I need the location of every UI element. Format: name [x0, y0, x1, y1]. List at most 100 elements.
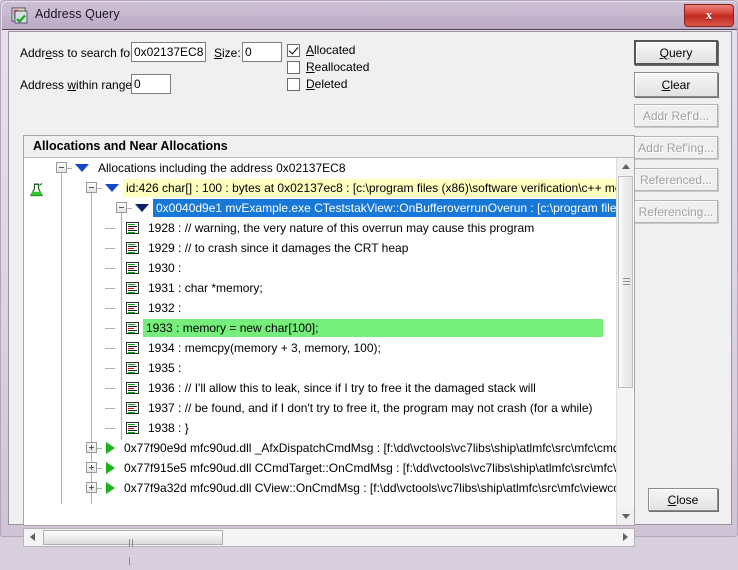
tree-connector: [105, 248, 115, 249]
scroll-up-arrow-icon[interactable]: [617, 158, 634, 175]
tree-row[interactable]: 1936 : // I'll allow this to leak, since…: [25, 378, 617, 398]
window-title: Address Query: [35, 7, 120, 21]
tree-row[interactable]: 1928 : // warning, the very nature of th…: [25, 218, 617, 238]
allocations-groupbox-header: Allocations and Near Allocations: [24, 136, 634, 158]
allocations-tree-content: Allocations including the address 0x0213…: [25, 158, 617, 504]
vertical-scroll-thumb[interactable]: [618, 176, 633, 388]
horizontal-scroll-thumb[interactable]: [43, 530, 223, 565]
tree-row[interactable]: 0x77f90e9d mfc90ud.dll _AfxDispatchCmdMs…: [25, 438, 617, 458]
addr-refing-button[interactable]: Addr Ref'ing...: [634, 136, 718, 159]
source-line-icon: [126, 342, 139, 354]
tree-row[interactable]: 1932 :: [25, 298, 617, 318]
tree-expander-plus[interactable]: [86, 462, 97, 473]
address-range-input[interactable]: [131, 74, 171, 94]
tree-row-label: 1928 : // warning, the very nature of th…: [148, 221, 535, 235]
address-query-window: Address Query x Address to search for: S…: [0, 0, 738, 565]
referencing-button[interactable]: Referencing...: [634, 200, 718, 223]
size-input[interactable]: [242, 42, 282, 62]
source-line-icon: [126, 242, 139, 254]
query-button[interactable]: Query: [634, 40, 718, 65]
tree-connector: [105, 268, 115, 269]
reallocated-checkbox-box[interactable]: [287, 61, 300, 74]
tree-expander-minus[interactable]: [116, 202, 127, 213]
referencing-button-label: Referencing...: [638, 205, 714, 219]
tree-connector: [105, 368, 115, 369]
source-line-icon: [126, 222, 139, 234]
tree-row-label: 1937 : // be found, and if I don't try t…: [148, 401, 593, 415]
tree-row[interactable]: 1938 : }: [25, 418, 617, 438]
tree-connector: [105, 428, 115, 429]
scroll-left-arrow-icon[interactable]: [24, 529, 41, 546]
tree-row-label: 1930 :: [148, 261, 182, 275]
tree-connector: [105, 388, 115, 389]
reallocated-checkbox-label: Reallocated: [306, 60, 370, 74]
source-line-icon: [126, 422, 139, 434]
referenced-button[interactable]: Referenced...: [634, 168, 718, 191]
allocated-checkbox-label: Allocated: [306, 43, 356, 57]
tree-row-label: 1934 : memcpy(memory + 3, memory, 100);: [148, 341, 381, 355]
title-bar: Address Query x: [2, 2, 737, 30]
tree-row-label: 1933 : memory = new char[100];: [143, 319, 603, 337]
triangle-right-icon: [106, 462, 115, 474]
tree-expander-minus[interactable]: [56, 162, 67, 173]
close-window-button[interactable]: x: [684, 4, 734, 27]
source-line-icon: [126, 302, 139, 314]
tree-row-label: 1936 : // I'll allow this to leak, since…: [148, 381, 536, 395]
source-line-icon: [126, 322, 139, 334]
close-button-label: Close: [667, 493, 699, 507]
scroll-right-arrow-icon[interactable]: [617, 529, 634, 546]
clear-button-label: Clear: [661, 78, 691, 92]
deleted-checkbox-box[interactable]: [287, 78, 300, 91]
addr-refd-button[interactable]: Addr Ref'd...: [634, 104, 718, 127]
tree-row-label: 0x0040d9e1 mvExample.exe CTeststakView::…: [153, 199, 617, 217]
allocated-checkbox-box[interactable]: [287, 44, 300, 57]
addr-refd-button-label: Addr Ref'd...: [642, 109, 710, 123]
tree-row-label: 1935 :: [148, 361, 182, 375]
address-to-search-label: Address to search for:: [20, 46, 138, 60]
scroll-thumb-grip: [129, 534, 137, 565]
tree-expander-minus[interactable]: [86, 182, 97, 193]
tree-expander-plus[interactable]: [86, 482, 97, 493]
deleted-checkbox-label: Deleted: [306, 77, 348, 91]
scroll-down-arrow-icon[interactable]: [617, 508, 634, 525]
source-line-icon: [126, 282, 139, 294]
allocations-tree[interactable]: Allocations including the address 0x0213…: [25, 158, 617, 504]
tree-row[interactable]: id:426 char[] : 100 : bytes at 0x02137ec…: [25, 178, 617, 198]
allocations-groupbox-title: Allocations and Near Allocations: [33, 139, 228, 153]
close-icon: x: [705, 7, 713, 22]
address-search-input[interactable]: [131, 42, 206, 62]
clear-button[interactable]: Clear: [634, 72, 718, 97]
triangle-down-icon: [105, 184, 119, 192]
tree-row[interactable]: 0x0040d9e1 mvExample.exe CTeststakView::…: [25, 198, 617, 218]
query-button-label: Query: [659, 46, 693, 60]
tree-connector: [105, 348, 115, 349]
tree-vertical-scrollbar[interactable]: [616, 158, 634, 525]
tree-row[interactable]: Allocations including the address 0x0213…: [25, 158, 617, 178]
tree-row[interactable]: 0x77f9a32d mfc90ud.dll CView::OnCmdMsg :…: [25, 478, 617, 498]
tree-row-label: 1929 : // to crash since it damages the …: [148, 241, 409, 255]
tree-row-label: 0x77f915e5 mfc90ud.dll CCmdTarget::OnCmd…: [124, 461, 617, 475]
tree-row[interactable]: 1935 :: [25, 358, 617, 378]
size-label: Size:: [214, 46, 241, 60]
tree-horizontal-scrollbar[interactable]: [23, 528, 635, 565]
address-query-icon: [11, 7, 29, 25]
tree-connector: [105, 308, 115, 309]
tree-row[interactable]: 1931 : char *memory;: [25, 278, 617, 298]
source-line-icon: [126, 402, 139, 414]
triangle-down-icon: [75, 164, 89, 172]
close-button[interactable]: Close: [648, 488, 718, 511]
tree-row[interactable]: 1930 :: [25, 258, 617, 278]
source-line-icon: [126, 262, 139, 274]
tree-expander-plus[interactable]: [86, 442, 97, 453]
referenced-button-label: Referenced...: [639, 173, 713, 187]
tree-row[interactable]: 1929 : // to crash since it damages the …: [25, 238, 617, 258]
tree-row[interactable]: 1937 : // be found, and if I don't try t…: [25, 398, 617, 418]
tree-row-label: 1931 : char *memory;: [148, 281, 263, 295]
allocations-groupbox: Allocations and Near Allocations Allocat…: [23, 135, 635, 526]
tree-row-label: id:426 char[] : 100 : bytes at 0x02137ec…: [123, 179, 617, 197]
addr-refing-button-label: Addr Ref'ing...: [638, 141, 714, 155]
tree-row[interactable]: 1933 : memory = new char[100];: [25, 318, 617, 338]
tree-row[interactable]: 0x77f915e5 mfc90ud.dll CCmdTarget::OnCmd…: [25, 458, 617, 478]
triangle-right-icon: [106, 442, 115, 454]
tree-row[interactable]: 1934 : memcpy(memory + 3, memory, 100);: [25, 338, 617, 358]
